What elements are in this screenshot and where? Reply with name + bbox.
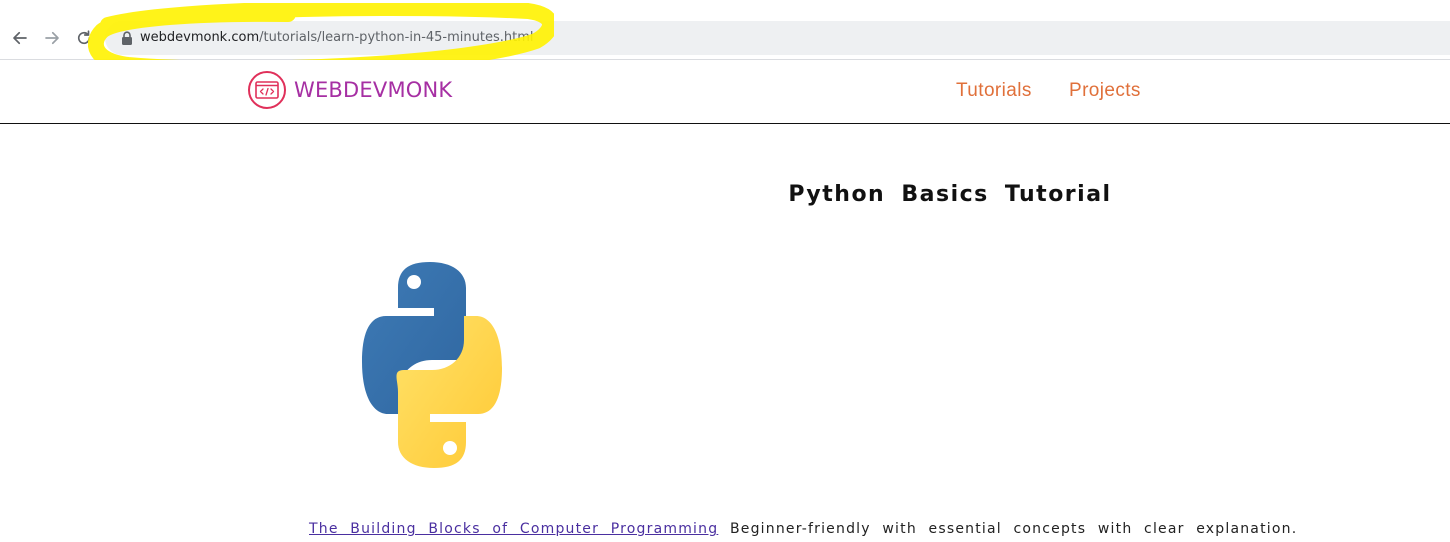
lock-icon (122, 31, 132, 45)
description-text: Beginner-friendly with essential concept… (718, 521, 1298, 537)
page-description: The Building Blocks of Computer Programm… (309, 521, 1296, 537)
site-logo[interactable]: WEBDEVMONK (247, 70, 452, 110)
back-button[interactable] (8, 26, 32, 50)
url-domain: webdevmonk.com (140, 30, 260, 45)
reload-icon (77, 30, 91, 45)
nav-projects[interactable]: Projects (1069, 80, 1141, 102)
url-path: /tutorials/learn-python-in-45-minutes.ht… (259, 30, 534, 45)
python-logo-icon (362, 262, 502, 468)
forward-button[interactable] (40, 26, 64, 50)
reload-button[interactable] (72, 26, 96, 50)
browser-toolbar: webdevmonk.com/tutorials/learn-python-in… (0, 0, 1450, 77)
forward-arrow-icon (45, 31, 59, 45)
nav-tutorials[interactable]: Tutorials (956, 80, 1032, 102)
logo-text: WEBDEVMONK (294, 78, 453, 102)
back-arrow-icon (13, 31, 27, 45)
url-text[interactable]: webdevmonk.com/tutorials/learn-python-in… (140, 30, 534, 45)
page-title: Python Basics Tutorial (788, 182, 1112, 207)
address-bar[interactable]: webdevmonk.com/tutorials/learn-python-in… (105, 21, 1450, 55)
site-header: WEBDEVMONK Tutorials Projects (0, 60, 1450, 124)
building-blocks-link[interactable]: The Building Blocks of Computer Programm… (309, 521, 718, 537)
code-logo-icon (248, 71, 286, 109)
